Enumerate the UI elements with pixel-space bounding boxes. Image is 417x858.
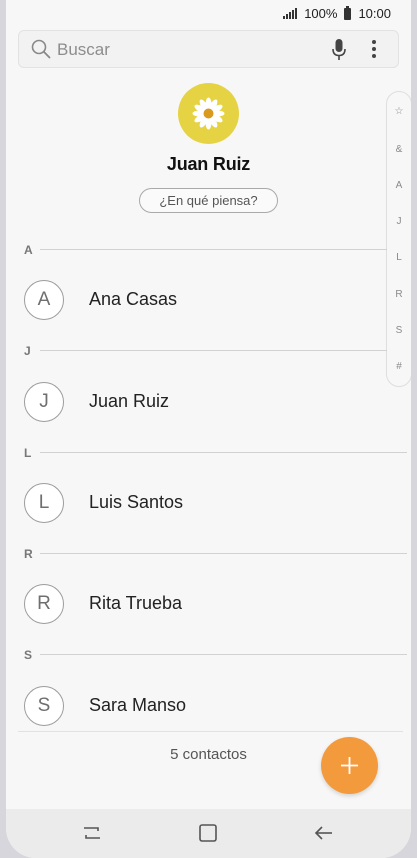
section-header-r: R (24, 547, 33, 561)
add-contact-button[interactable] (321, 737, 378, 794)
index-item-a[interactable]: A (387, 180, 411, 191)
clock: 10:00 (358, 6, 391, 21)
contact-avatar: J (24, 382, 64, 422)
section-divider (40, 249, 387, 250)
contact-name: Juan Ruiz (89, 391, 170, 411)
contacts-screen: 100% 10:00 Buscar Juan Ruiz ¿En qué pien… (6, 0, 411, 858)
footer-divider (18, 731, 403, 732)
profile-name[interactable]: Juan Ruiz (6, 154, 411, 175)
battery-icon (344, 5, 352, 20)
contact-name: Luis Santos (89, 492, 184, 512)
microphone-icon[interactable] (331, 38, 347, 62)
contact-name: Rita Trueba (89, 593, 183, 613)
more-options-icon[interactable] (371, 40, 377, 60)
battery-level: 100% (304, 6, 338, 21)
recent-apps-icon[interactable] (81, 823, 103, 843)
signal-icon (283, 8, 298, 19)
contact-avatar: S (24, 686, 64, 726)
contact-avatar: L (24, 483, 64, 523)
contact-name: Sara Manso (89, 695, 187, 715)
navigation-bar (6, 809, 411, 858)
contact-name: Ana Casas (89, 289, 178, 309)
index-item-s[interactable]: S (387, 325, 411, 336)
index-item-j[interactable]: J (387, 216, 411, 227)
section-divider (40, 452, 407, 453)
contact-row[interactable]: J Juan Ruiz (6, 372, 386, 432)
search-icon (31, 39, 51, 59)
contact-avatar: A (24, 280, 64, 320)
index-item-r[interactable]: R (387, 289, 411, 300)
index-item-hash[interactable]: # (387, 361, 411, 372)
home-icon[interactable] (197, 823, 219, 843)
section-header-a: A (24, 243, 33, 257)
status-bar: 100% 10:00 (6, 0, 411, 28)
contact-row[interactable]: L Luis Santos (6, 473, 386, 533)
contact-row[interactable]: R Rita Trueba (6, 574, 386, 634)
contact-avatar: R (24, 584, 64, 624)
index-scroller[interactable]: ☆ & A J L R S # (386, 91, 411, 387)
section-header-j: J (24, 344, 31, 358)
section-header-s: S (24, 648, 33, 662)
section-divider (40, 654, 407, 655)
section-header-l: L (24, 446, 32, 460)
index-item-ampersand[interactable]: & (387, 144, 411, 155)
search-bar[interactable]: Buscar (18, 30, 399, 68)
index-item-l[interactable]: L (387, 252, 411, 263)
status-button[interactable]: ¿En qué piensa? (139, 188, 278, 213)
plus-icon (341, 757, 358, 774)
contact-row[interactable]: S Sara Manso (6, 676, 386, 736)
index-item-favorites[interactable]: ☆ (387, 106, 411, 117)
section-divider (40, 553, 407, 554)
back-icon[interactable] (313, 823, 335, 843)
contact-row[interactable]: A Ana Casas (6, 270, 386, 330)
search-input[interactable]: Buscar (57, 40, 110, 60)
section-divider (40, 350, 387, 351)
profile-avatar[interactable] (178, 83, 239, 144)
daisy-icon (192, 97, 225, 130)
